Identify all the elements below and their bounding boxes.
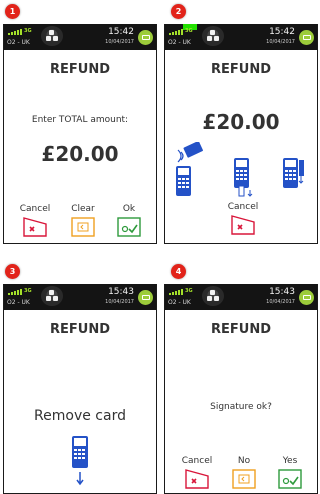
status-bar: 3G O2 - UK 15:42 10/04/2017 <box>165 24 317 50</box>
clock-time: 15:42 <box>269 27 295 37</box>
ok-button[interactable]: Ok <box>112 204 146 237</box>
screen-title: REFUND <box>50 62 110 77</box>
cancel-label: Cancel <box>181 456 213 466</box>
cancel-label: Cancel <box>227 202 259 212</box>
swipe-card-icon <box>283 158 304 188</box>
menu-tiles-icon[interactable] <box>41 286 63 306</box>
battery-icon <box>138 30 153 45</box>
remove-card-icon <box>72 436 88 486</box>
cancel-label: Cancel <box>19 204 51 214</box>
screen-title: REFUND <box>211 322 271 337</box>
status-bar: 3G O2 - UK 15:42 10/04/2017 <box>4 24 156 50</box>
tap-card-icon <box>176 142 203 196</box>
signature-prompt: Signature ok? <box>210 402 272 412</box>
clock-date: 10/04/2017 <box>105 299 134 305</box>
menu-tiles-icon[interactable] <box>41 26 63 46</box>
battery-icon <box>299 30 314 45</box>
status-bar: 3G O2 - UK 15:43 10/04/2017 <box>165 284 317 310</box>
network-type: 3G <box>185 28 193 34</box>
cancel-button[interactable]: Cancel <box>223 202 263 235</box>
terminal-screen-signature-check: 3G O2 - UK 15:43 10/04/2017 REFUND Signa… <box>164 284 318 494</box>
amount-value: £20.00 <box>41 142 119 166</box>
signal-icon <box>8 289 22 295</box>
cancel-key-icon <box>23 217 47 237</box>
menu-tiles-icon[interactable] <box>202 26 224 46</box>
clock-date: 10/04/2017 <box>266 39 295 45</box>
cancel-button[interactable]: Cancel <box>18 204 52 237</box>
yes-button[interactable]: Yes <box>273 456 307 489</box>
battery-icon <box>138 290 153 305</box>
signal-icon <box>169 29 183 35</box>
cancel-button[interactable]: Cancel <box>179 456 215 489</box>
carrier-name: O2 - UK <box>7 299 30 306</box>
ok-label: Ok <box>122 204 136 214</box>
screen-title: REFUND <box>211 62 271 77</box>
network-type: 3G <box>24 288 32 294</box>
carrier-name: O2 - UK <box>168 39 191 46</box>
terminal-screen-remove-card: 3G O2 - UK 15:43 10/04/2017 REFUND Remov… <box>3 284 157 494</box>
step-badge: 3 <box>5 264 20 279</box>
amount-value: £20.00 <box>202 110 280 134</box>
no-label: No <box>237 456 251 466</box>
yes-label: Yes <box>282 456 298 466</box>
clock-date: 10/04/2017 <box>105 39 134 45</box>
remove-card-prompt: Remove card <box>34 408 126 424</box>
ok-key-icon <box>278 469 302 489</box>
terminal-screen-enter-amount: 3G O2 - UK 15:42 10/04/2017 REFUND Enter… <box>3 24 157 244</box>
ok-key-icon <box>117 217 141 237</box>
carrier-name: O2 - UK <box>168 299 191 306</box>
signal-icon <box>169 289 183 295</box>
clock-date: 10/04/2017 <box>266 299 295 305</box>
clear-button[interactable]: Clear <box>66 204 100 237</box>
network-type: 3G <box>24 28 32 34</box>
step-badge: 1 <box>5 4 20 19</box>
clock-time: 15:42 <box>108 27 134 37</box>
clock-time: 15:43 <box>269 287 295 297</box>
cancel-key-icon <box>231 215 255 235</box>
signal-icon <box>8 29 22 35</box>
carrier-name: O2 - UK <box>7 39 30 46</box>
menu-tiles-icon[interactable] <box>202 286 224 306</box>
battery-icon <box>299 290 314 305</box>
network-type: 3G <box>185 288 193 294</box>
screen-title: REFUND <box>50 322 110 337</box>
clear-label: Clear <box>71 204 95 214</box>
terminal-screen-present-card: 3G O2 - UK 15:42 10/04/2017 REFUND £20.0… <box>164 24 318 244</box>
insert-card-icon <box>234 158 253 197</box>
step-badge: 4 <box>171 264 186 279</box>
clear-key-icon <box>232 469 256 489</box>
cancel-key-icon <box>185 469 209 489</box>
clear-key-icon <box>71 217 95 237</box>
status-bar: 3G O2 - UK 15:43 10/04/2017 <box>4 284 156 310</box>
no-button[interactable]: No <box>227 456 261 489</box>
clock-time: 15:43 <box>108 287 134 297</box>
amount-prompt: Enter TOTAL amount: <box>31 115 129 125</box>
step-badge: 2 <box>171 4 186 19</box>
